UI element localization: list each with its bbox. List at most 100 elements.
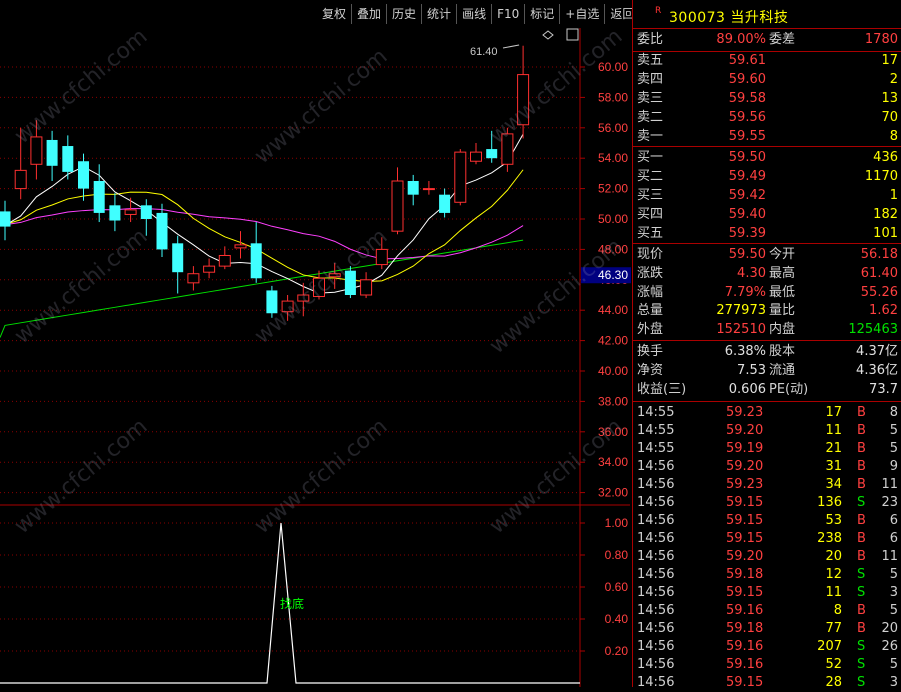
draw-line-button[interactable]: 画线 [456,4,491,24]
fundamental-label: PE(动) [769,382,809,397]
ask-row[interactable]: 卖四 59.60 2 [633,71,901,89]
fundamental-value: 7.53 [737,363,766,378]
quote-label: 最低 [769,284,796,300]
restore-rights-button[interactable]: 复权 [317,4,351,24]
tick-count: 11 [881,549,898,564]
add-watchlist-button[interactable]: +自选 [559,4,604,24]
tick-row[interactable]: 14:56 59.18 12 S 5 [633,566,901,584]
fundamental-row: 换手 6.38% 股本 4.37亿 [633,343,901,361]
tick-side: S [857,675,866,690]
tick-row[interactable]: 14:56 59.15 238 B 6 [633,530,901,548]
candle-body [218,254,231,267]
tick-side: S [857,657,866,672]
price-axis-label: 36.00 [598,425,628,439]
price-axis-label: 58.00 [598,90,628,104]
bid-row[interactable]: 买五 59.39 101 [633,225,901,243]
tick-volume: 207 [817,639,842,654]
tick-price: 59.20 [726,459,764,474]
bid-row[interactable]: 买四 59.40 182 [633,206,901,224]
candle-body [328,273,341,278]
tick-row[interactable]: 14:55 59.23 17 B 8 [633,404,901,422]
high-annotation-label: 61.40 [470,46,498,58]
candle-body [517,74,530,126]
chart-toolbar: 复权 叠加 历史 统计 画线 F10 标记 +自选 返回 [317,4,639,24]
tick-time: 14:56 [637,603,675,618]
tick-row[interactable]: 14:56 59.15 136 S 23 [633,494,901,512]
candle-body [470,151,482,162]
mark-button[interactable]: 标记 [524,4,559,24]
bid-volume: 1170 [864,169,898,184]
candle-body [501,133,514,165]
tick-time: 14:56 [637,657,675,672]
price-axis-label: 38.00 [598,394,628,408]
candle-body [234,244,247,249]
candle-body [266,290,278,314]
tick-volume: 53 [825,513,842,528]
tick-row[interactable]: 14:56 59.15 11 S 3 [633,584,901,602]
kline-chart-area[interactable]: 60.0058.0056.0054.0052.0050.0048.0046.00… [0,0,634,687]
kline-chart-svg[interactable]: 60.0058.0056.0054.0052.0050.0048.0046.00… [0,0,632,687]
tick-row[interactable]: 14:56 59.15 28 S 3 [633,674,901,692]
candle-body [297,294,310,302]
tick-row[interactable]: 14:55 59.20 11 B 5 [633,422,901,440]
ask-price: 59.56 [728,110,766,125]
quote-value: 7.79% [724,284,766,300]
candle-body [407,181,419,195]
tick-row[interactable]: 14:56 59.20 31 B 9 [633,458,901,476]
tick-row[interactable]: 14:56 59.18 77 B 20 [633,620,901,638]
f10-button[interactable]: F10 [491,4,524,24]
tick-row[interactable]: 14:56 59.16 52 S 5 [633,656,901,674]
window-icon [566,28,579,41]
tick-price: 59.15 [726,513,764,528]
bid-price: 59.39 [728,226,766,241]
tick-side: B [857,531,866,546]
candle-body [109,205,121,221]
overlay-button[interactable]: 叠加 [351,4,386,24]
candle-body [187,273,200,284]
tick-price: 59.15 [726,531,764,546]
divider [633,401,901,402]
weicha-value: 1780 [864,32,898,47]
tick-volume: 28 [825,675,842,690]
tick-time: 14:56 [637,585,675,600]
tick-volume: 77 [825,621,842,636]
quote-row: 涨幅 7.79% 最低 55.26 [633,284,901,302]
history-button[interactable]: 历史 [386,4,421,24]
ask-row[interactable]: 卖一 59.55 8 [633,128,901,146]
ask-label: 卖一 [637,129,664,144]
bid-row[interactable]: 买二 59.49 1170 [633,168,901,186]
candle-body [124,209,137,215]
tick-row[interactable]: 14:56 59.16 207 S 26 [633,638,901,656]
quote-value: 1.62 [869,303,898,319]
candle-body [344,270,356,295]
tick-row[interactable]: 14:56 59.15 53 B 6 [633,512,901,530]
tick-time: 14:56 [637,531,675,546]
ask-row[interactable]: 卖五 59.61 17 [633,52,901,70]
tick-side: S [857,495,866,510]
bid-row[interactable]: 买一 59.50 436 [633,149,901,167]
ask-price: 59.61 [728,53,766,68]
candle-body [422,188,435,191]
candle-body [14,169,27,190]
price-axis-label: 54.00 [598,151,628,165]
tick-row[interactable]: 14:55 59.19 21 B 5 [633,440,901,458]
tick-side: B [857,603,866,618]
tick-time: 14:56 [637,639,675,654]
bid-row[interactable]: 买三 59.42 1 [633,187,901,205]
tick-row[interactable]: 14:56 59.23 34 B 11 [633,476,901,494]
price-axis-label: 60.00 [598,60,628,74]
candle-body [391,180,404,232]
ask-row[interactable]: 卖三 59.58 13 [633,90,901,108]
weicha-label: 委差 [769,32,796,47]
tick-count: 5 [889,567,898,582]
tick-row[interactable]: 14:56 59.20 20 B 11 [633,548,901,566]
ask-price: 59.58 [728,91,766,106]
tick-side: B [857,405,866,420]
ask-row[interactable]: 卖二 59.56 70 [633,109,901,127]
bid-price: 59.50 [728,150,766,165]
tick-price: 59.16 [726,657,764,672]
statistics-button[interactable]: 统计 [421,4,456,24]
tick-row[interactable]: 14:56 59.16 8 B 5 [633,602,901,620]
tick-volume: 52 [825,657,842,672]
fundamental-label: 股本 [769,344,796,359]
